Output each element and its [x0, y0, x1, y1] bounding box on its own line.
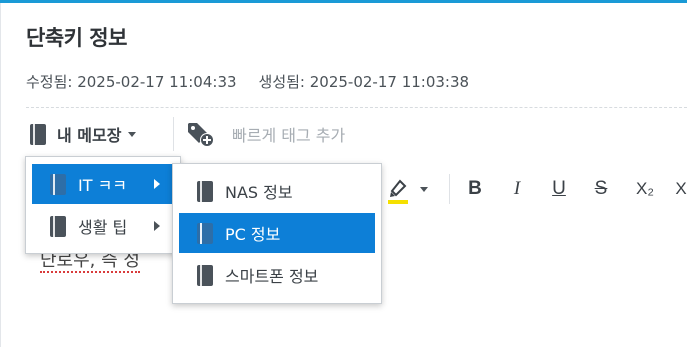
toolbar-divider: [173, 117, 174, 151]
note-timestamps: 수정됨: 2025-02-17 11:04:33 생성됨: 2025-02-17 …: [26, 71, 469, 92]
notebook-menu: IT ㅋㅋ 생활 팁: [25, 156, 181, 254]
modified-timestamp: 수정됨: 2025-02-17 11:04:33: [26, 73, 237, 91]
format-toolbar-divider: [449, 174, 450, 204]
chevron-right-icon: [154, 221, 160, 231]
submenu-item-nas[interactable]: NAS 정보: [179, 171, 375, 211]
left-border: [0, 3, 1, 347]
menu-item-label: IT ㅋㅋ: [78, 176, 128, 195]
underline-button[interactable]: U: [547, 176, 571, 202]
submenu-item-label: NAS 정보: [225, 183, 293, 202]
created-timestamp: 생성됨: 2025-02-17 11:03:38: [258, 73, 470, 91]
chevron-down-icon: [128, 131, 137, 137]
notebook-icon: [197, 222, 213, 244]
notebook-icon: [197, 264, 213, 286]
bold-button[interactable]: B: [463, 176, 487, 202]
chevron-right-icon: [154, 179, 160, 189]
notebook-selector-label: 내 메모장: [57, 126, 122, 145]
submenu-item-label: 스마트폰 정보: [225, 267, 319, 286]
italic-button[interactable]: I: [505, 176, 529, 202]
highlight-color-icon[interactable]: [386, 177, 410, 205]
notebook-icon: [50, 215, 66, 237]
subscript-button[interactable]: X₂: [630, 176, 660, 202]
it-submenu: NAS 정보 PC 정보 스마트폰 정보: [172, 163, 382, 304]
submenu-item-smartphone[interactable]: 스마트폰 정보: [179, 255, 375, 295]
notebook-menu-item-it[interactable]: IT ㅋㅋ: [32, 164, 174, 204]
submenu-item-label: PC 정보: [225, 225, 281, 244]
note-title: 단축키 정보: [26, 26, 127, 50]
add-tag-icon[interactable]: [186, 120, 216, 148]
highlight-dropdown-chevron-icon[interactable]: [420, 187, 428, 192]
notebook-selector-button[interactable]: 내 메모장: [30, 119, 137, 149]
top-accent-bar: [0, 0, 687, 3]
more-format-button[interactable]: X: [674, 176, 687, 202]
notebook-icon: [30, 123, 46, 145]
strikethrough-button[interactable]: S: [589, 176, 613, 202]
submenu-item-pc[interactable]: PC 정보: [179, 213, 375, 253]
notebook-icon: [197, 180, 213, 202]
notebook-icon: [50, 173, 66, 195]
notebook-menu-item-life-tips[interactable]: 생활 팁: [32, 206, 174, 246]
menu-item-label: 생활 팁: [78, 218, 128, 237]
header-divider: [26, 107, 687, 108]
quick-tag-input[interactable]: 빠르게 태그 추가: [232, 122, 345, 146]
